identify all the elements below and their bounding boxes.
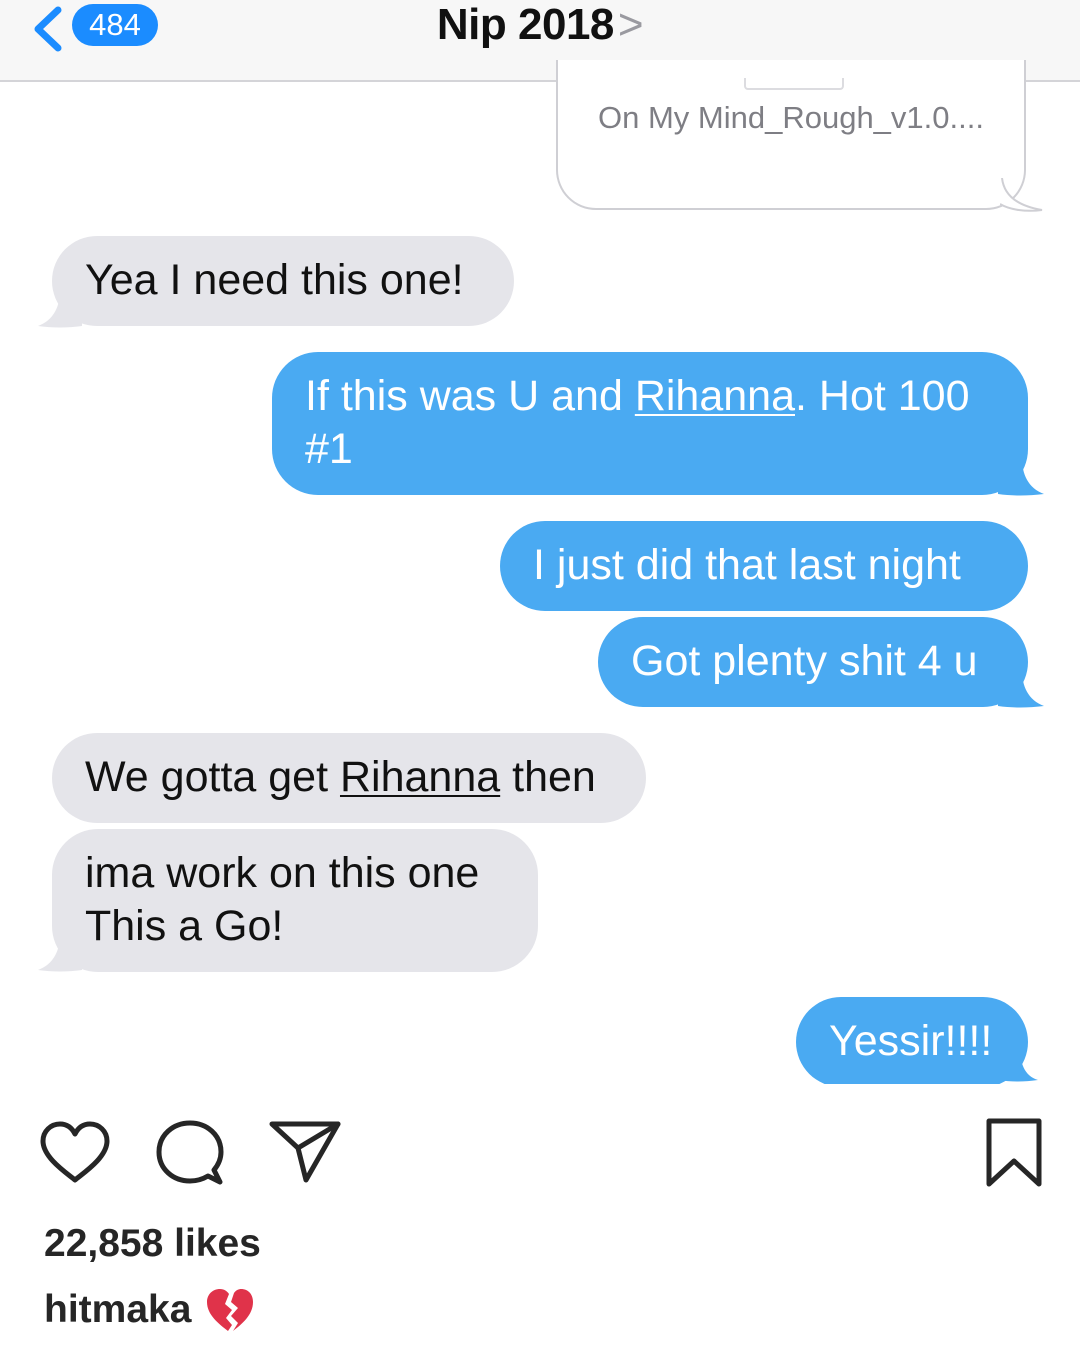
- message-text: We gotta get: [85, 753, 340, 801]
- share-icon[interactable]: [268, 1118, 342, 1184]
- heart-icon[interactable]: [38, 1120, 112, 1186]
- post-caption: hitmaka: [44, 1287, 255, 1333]
- attachment-tail: [1000, 178, 1043, 212]
- message-text-line-2: #1: [305, 425, 353, 473]
- likes-count[interactable]: 22,858 likes: [44, 1222, 261, 1266]
- outgoing-message-bubble[interactable]: Yessir!!!!: [796, 997, 1028, 1087]
- outgoing-bubble-tail: [998, 458, 1044, 496]
- attachment-filename: On My Mind_Rough_v1.0....: [598, 100, 984, 135]
- outgoing-message-bubble[interactable]: I just did that last night: [500, 521, 1028, 611]
- outgoing-bubble-tail: [998, 1048, 1038, 1082]
- message-text: Yea I need this one!: [85, 256, 464, 304]
- message-text: Got plenty shit 4 u: [631, 637, 978, 685]
- incoming-message-bubble[interactable]: ima work on this one This a Go!: [52, 829, 538, 972]
- message-text: If this was U and: [305, 372, 635, 420]
- rihanna-link[interactable]: Rihanna: [635, 372, 795, 420]
- audio-attachment-card[interactable]: On My Mind_Rough_v1.0....: [556, 60, 1026, 210]
- contact-name: Nip 2018: [436, 0, 614, 49]
- bookmark-icon[interactable]: [984, 1117, 1044, 1189]
- message-text: Yessir!!!!: [829, 1017, 993, 1065]
- incoming-message-bubble[interactable]: Yea I need this one!: [52, 236, 514, 326]
- comment-icon[interactable]: [154, 1118, 226, 1188]
- broken-heart-emoji-icon: [207, 1289, 254, 1331]
- screenshot-crop-edge: [0, 1084, 1080, 1098]
- message-text: I just did that last night: [533, 541, 961, 589]
- message-text: then: [500, 753, 596, 801]
- incoming-bubble-tail: [38, 934, 82, 972]
- attachment-preview-tab: [744, 78, 844, 90]
- incoming-bubble-tail: [38, 290, 82, 328]
- title-chevron-icon: >: [617, 0, 644, 49]
- rihanna-link[interactable]: Rihanna: [340, 753, 500, 801]
- outgoing-message-bubble[interactable]: Got plenty shit 4 u: [598, 617, 1028, 707]
- username[interactable]: hitmaka: [44, 1288, 191, 1332]
- message-text-line-2: This a Go!: [85, 902, 284, 950]
- incoming-message-bubble[interactable]: We gotta get Rihanna then: [52, 733, 646, 823]
- outgoing-bubble-tail: [998, 670, 1044, 708]
- contact-title[interactable]: Nip 2018>: [0, 0, 1080, 50]
- message-text: . Hot 100: [795, 372, 970, 420]
- outgoing-message-bubble[interactable]: If this was U and Rihanna. Hot 100 #1: [272, 352, 1028, 495]
- message-text: ima work on this one: [85, 849, 480, 897]
